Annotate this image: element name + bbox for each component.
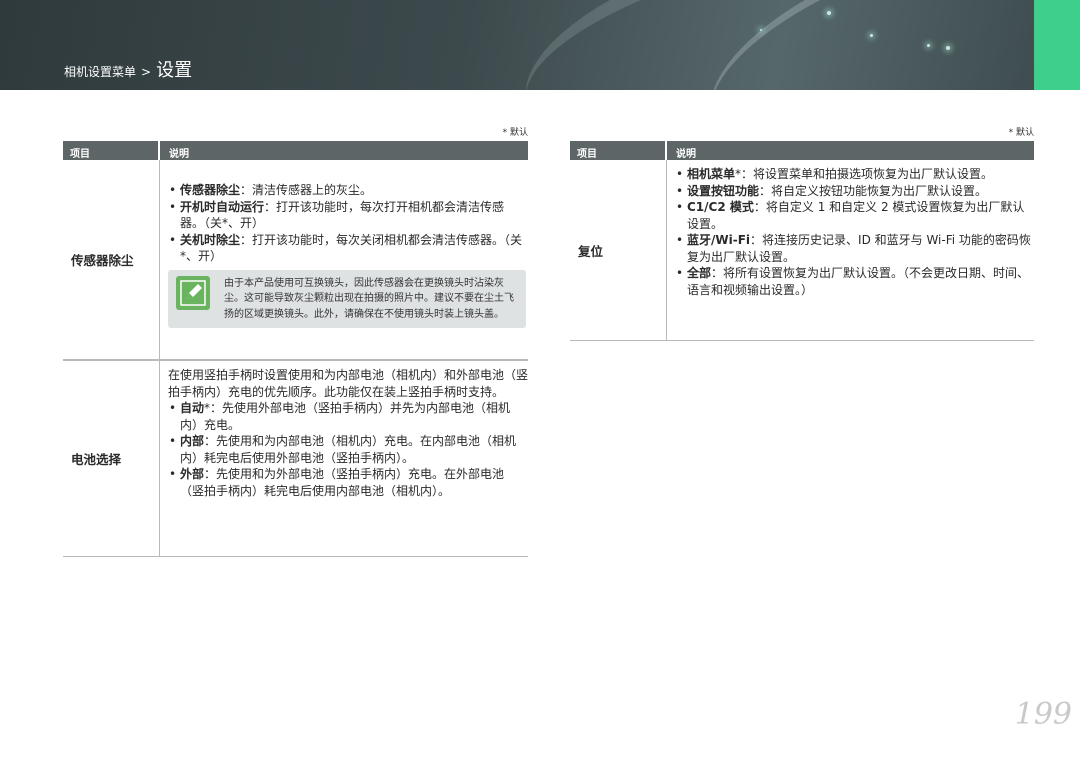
note-box: 由于本产品使用可互换镜头，因此传感器会在更换镜头时沾染灰尘。这可能导致灰尘颗粒出… bbox=[168, 269, 526, 328]
list-item: 内部：先使用和为内部电池（相机内）充电。在内部电池（相机内）耗完电后使用外部电池… bbox=[168, 433, 528, 466]
section-tab[interactable] bbox=[1034, 0, 1080, 90]
table-row: 传感器除尘 传感器除尘：清洁传感器上的灰尘。 开机时自动运行：打开该功能时，每次… bbox=[63, 160, 528, 360]
sparkle bbox=[760, 29, 762, 31]
table-header: 项目 说明 bbox=[570, 141, 1034, 160]
list-item: 传感器除尘：清洁传感器上的灰尘。 bbox=[168, 182, 528, 199]
sparkle bbox=[870, 34, 873, 37]
page-number: 199 bbox=[1014, 697, 1072, 732]
row-description: 相机菜单*：将设置菜单和拍摄选项恢复为出厂默认设置。 设置按钮功能：将自定义按钮… bbox=[667, 160, 1034, 340]
column-header-description: 说明 bbox=[169, 149, 189, 160]
sparkle bbox=[827, 11, 831, 15]
page-title: 设置 bbox=[156, 60, 193, 81]
list-item: 开机时自动运行：打开该功能时，每次打开相机都会清洁传感器。（关*、开） bbox=[168, 199, 528, 232]
sparkle bbox=[946, 46, 950, 50]
breadcrumb-parent[interactable]: 相机设置菜单 bbox=[64, 63, 136, 80]
left-settings-table: * 默认 项目 说明 传感器除尘 传感器除尘：清洁传感器上的灰尘。 开机时自动运… bbox=[63, 125, 528, 557]
list-item: 相机菜单*：将设置菜单和拍摄选项恢复为出厂默认设置。 bbox=[675, 166, 1034, 183]
note-pencil-icon bbox=[176, 275, 210, 310]
header-banner: 相机设置菜单 > 设置 bbox=[0, 0, 1034, 90]
row-intro-text: 在使用竖拍手柄时设置使用和为内部电池（相机内）和外部电池（竖拍手柄内）充电的优先… bbox=[168, 368, 529, 399]
list-item: 自动*：先使用外部电池（竖拍手柄内）并先为内部电池（相机内）充电。 bbox=[168, 400, 528, 433]
breadcrumb-separator: > bbox=[141, 65, 152, 79]
list-item: 全部：将所有设置恢复为出厂默认设置。（不会更改日期、时间、语言和视频输出设置。） bbox=[675, 265, 1034, 298]
right-settings-table: * 默认 项目 说明 复位 相机菜单*：将设置菜单和拍摄选项恢复为出厂默认设置。… bbox=[570, 125, 1034, 341]
default-note: * 默认 bbox=[1008, 128, 1034, 138]
table-row: 电池选择 在使用竖拍手柄时设置使用和为内部电池（相机内）和外部电池（竖拍手柄内）… bbox=[63, 360, 528, 557]
table-row: 复位 相机菜单*：将设置菜单和拍摄选项恢复为出厂默认设置。 设置按钮功能：将自定… bbox=[570, 160, 1034, 341]
list-item: 蓝牙/Wi-Fi：将连接历史记录、ID 和蓝牙与 Wi-Fi 功能的密码恢复为出… bbox=[675, 232, 1034, 265]
breadcrumb: 相机设置菜单 > 设置 bbox=[64, 56, 192, 82]
table-header: 项目 说明 bbox=[63, 141, 528, 160]
row-description: 传感器除尘：清洁传感器上的灰尘。 开机时自动运行：打开该功能时，每次打开相机都会… bbox=[160, 160, 528, 359]
row-item-label: 传感器除尘 bbox=[63, 160, 160, 359]
row-item-label: 复位 bbox=[570, 160, 667, 340]
list-item: 外部：先使用和为外部电池（竖拍手柄内）充电。在外部电池（竖拍手柄内）耗完电后使用… bbox=[168, 466, 528, 499]
note-text: 由于本产品使用可互换镜头，因此传感器会在更换镜头时沾染灰尘。这可能导致灰尘颗粒出… bbox=[224, 277, 514, 320]
row-description: 在使用竖拍手柄时设置使用和为内部电池（相机内）和外部电池（竖拍手柄内）充电的优先… bbox=[160, 361, 528, 556]
list-item: C1/C2 模式：将自定义 1 和自定义 2 模式设置恢复为出厂默认设置。 bbox=[675, 199, 1034, 232]
list-item: 设置按钮功能：将自定义按钮功能恢复为出厂默认设置。 bbox=[675, 183, 1034, 200]
column-header-description: 说明 bbox=[676, 149, 696, 160]
sparkle bbox=[927, 44, 930, 47]
default-note: * 默认 bbox=[502, 128, 528, 138]
column-header-item: 项目 bbox=[570, 141, 667, 160]
list-item: 关机时除尘：打开该功能时，每次关闭相机都会清洁传感器。（关*、开） bbox=[168, 232, 528, 265]
column-header-item: 项目 bbox=[63, 141, 160, 160]
row-item-label: 电池选择 bbox=[63, 361, 160, 556]
